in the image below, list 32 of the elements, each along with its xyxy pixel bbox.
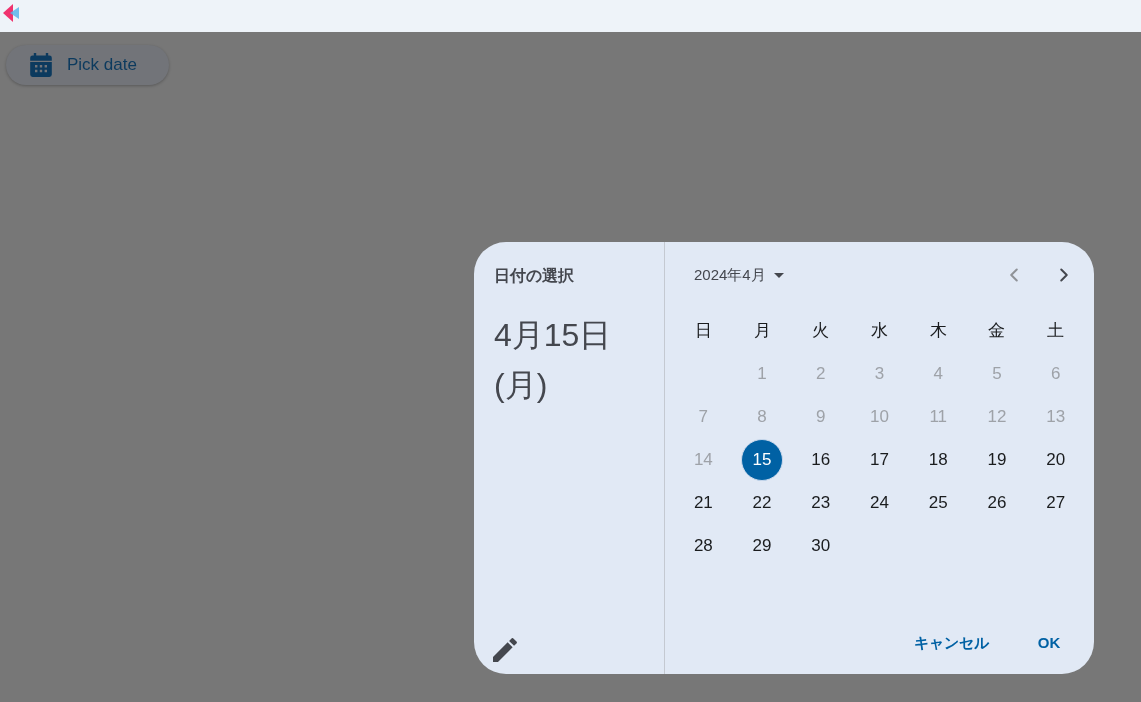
day-button[interactable]: 20	[1034, 438, 1077, 481]
caret-icon	[773, 272, 784, 278]
calendar-icon	[29, 53, 53, 77]
weekday-label: 月	[753, 319, 771, 342]
month-year-dropdown[interactable]: 2024年4月	[694, 255, 784, 295]
day-button[interactable]: 29	[741, 524, 784, 567]
day-button[interactable]: 16	[799, 438, 842, 481]
weekday-label: 金	[988, 319, 1006, 342]
day-button[interactable]: 26	[975, 481, 1018, 524]
day-button[interactable]: 30	[799, 524, 842, 567]
day-button[interactable]: 23	[799, 481, 842, 524]
weekday-label: 木	[929, 319, 947, 342]
day-button[interactable]: 25	[917, 481, 960, 524]
day-button[interactable]: 19	[975, 438, 1018, 481]
day-button[interactable]: 27	[1034, 481, 1077, 524]
day-button[interactable]: 21	[682, 481, 725, 524]
weekday-label: 土	[1047, 319, 1065, 342]
weekday-label: 水	[871, 319, 888, 342]
dialog-title: 日付の選択	[494, 266, 575, 286]
edit-icon[interactable]	[493, 638, 517, 662]
weekday-label: 火	[812, 319, 830, 342]
day-button[interactable]: 15	[741, 438, 784, 481]
dialog-action-button[interactable]: OK	[1017, 623, 1081, 663]
logo-icon	[3, 4, 20, 22]
day-button[interactable]: 22	[741, 481, 784, 524]
day-button[interactable]: 24	[858, 481, 901, 524]
selected-date-headline: 4月15日(月)	[494, 316, 613, 405]
weekday-label: 日	[694, 319, 712, 342]
day-button[interactable]: 18	[917, 438, 960, 481]
day-button[interactable]: 17	[858, 438, 901, 481]
day-button[interactable]: 28	[682, 524, 725, 567]
dialog-action-button[interactable]: キャンセル	[902, 623, 1001, 663]
